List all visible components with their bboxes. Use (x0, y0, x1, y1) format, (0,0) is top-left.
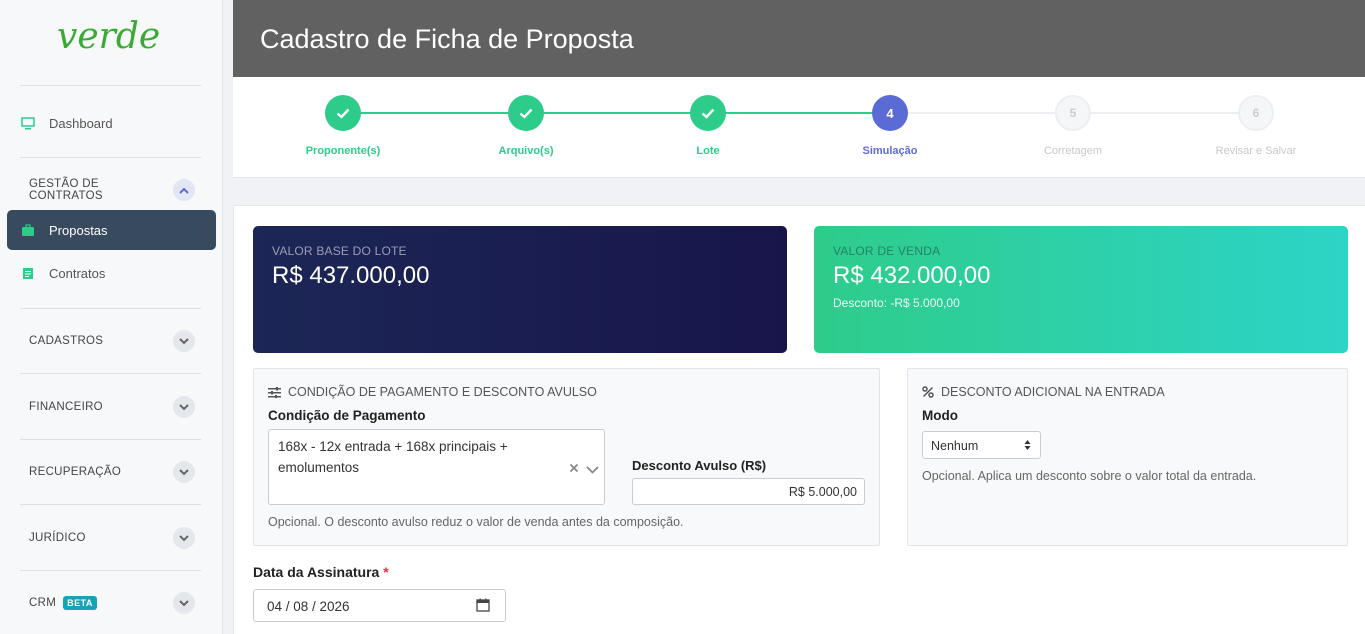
sale-value-label: VALOR DE VENDA (833, 244, 941, 258)
chevron-down-icon[interactable] (173, 396, 195, 418)
step-corretagem[interactable]: 5 Corretagem (1003, 95, 1143, 157)
required-marker: * (383, 564, 389, 580)
entry-discount-panel: DESCONTO ADICIONAL NA ENTRADA Modo Nenhu… (907, 368, 1348, 546)
step-arquivos[interactable]: Arquivo(s) (456, 95, 596, 157)
discount-value: R$ 5.000,00 (788, 485, 857, 499)
check-icon (690, 95, 726, 131)
step-proponentes[interactable]: Proponente(s) (273, 95, 413, 157)
step-lote[interactable]: Lote (638, 95, 778, 157)
sidebar-item-contratos[interactable]: Contratos (7, 253, 216, 293)
discount-input[interactable]: R$ 5.000,00 (632, 478, 865, 505)
signature-date-value: 04 / 08 / 2026 (267, 599, 350, 614)
step-revisar-salvar[interactable]: 6 Revisar e Salvar (1186, 95, 1326, 157)
briefcase-icon (21, 223, 35, 237)
step-number: 6 (1238, 95, 1274, 131)
step-label: Simulação (862, 145, 918, 157)
step-number: 5 (1055, 95, 1091, 131)
wizard-stepper: Proponente(s) Arquivo(s) Lote 4 Simulaçã… (233, 77, 1365, 178)
document-icon (21, 266, 35, 280)
sort-arrows-icon (1024, 439, 1031, 454)
check-icon (325, 95, 361, 131)
sidebar-section-financeiro[interactable]: FINANCEIRO (29, 395, 195, 419)
condition-value: 168x - 12x entrada + 168x principais + e… (278, 439, 508, 475)
chevron-down-icon[interactable] (586, 462, 599, 477)
monitor-icon (21, 116, 35, 130)
page-header: Cadastro de Ficha de Proposta (233, 0, 1365, 77)
page-title: Cadastro de Ficha de Proposta (260, 24, 634, 54)
entry-discount-help: Opcional. Aplica um desconto sobre o val… (922, 469, 1257, 483)
chevron-down-icon[interactable] (173, 592, 195, 614)
condition-label: Condição de Pagamento (268, 408, 426, 423)
step-number: 4 (872, 95, 908, 131)
sliders-icon (268, 386, 281, 398)
sidebar-section-juridico[interactable]: JURÍDICO (29, 526, 195, 550)
payment-panel: CONDIÇÃO DE PAGAMENTO E DESCONTO AVULSO … (253, 368, 880, 546)
clear-icon[interactable] (569, 461, 579, 476)
section-label: CRM BETA (29, 596, 97, 610)
sidebar-divider (20, 570, 201, 571)
mode-label: Modo (922, 408, 958, 423)
sale-discount-text: Desconto: -R$ 5.000,00 (833, 296, 960, 310)
simulation-form: VALOR BASE DO LOTE R$ 437.000,00 VALOR D… (233, 205, 1365, 634)
chevron-up-icon[interactable] (173, 179, 195, 201)
step-label: Revisar e Salvar (1215, 145, 1297, 157)
signature-date-input[interactable]: 04 / 08 / 2026 (253, 589, 506, 622)
base-value-amount: R$ 437.000,00 (272, 262, 430, 289)
chevron-down-icon[interactable] (173, 527, 195, 549)
discount-label: Desconto Avulso (R$) (632, 458, 767, 473)
verde-logo[interactable]: verde (55, 6, 167, 56)
sidebar-section-recuperacao[interactable]: RECUPERAÇÃO (29, 460, 195, 484)
check-icon (508, 95, 544, 131)
payment-help-text: Opcional. O desconto avulso reduz o valo… (268, 515, 684, 529)
sale-value-amount: R$ 432.000,00 (833, 262, 991, 289)
section-label: JURÍDICO (29, 532, 86, 544)
sidebar: verde Dashboard GESTÃO DE CONTRATOS Prop… (0, 0, 223, 634)
sidebar-item-label: Dashboard (49, 115, 113, 131)
step-label: Proponente(s) (305, 145, 381, 157)
stepper-progress-line (343, 112, 890, 114)
section-label: RECUPERAÇÃO (29, 466, 122, 478)
base-value-label: VALOR BASE DO LOTE (272, 244, 407, 258)
base-value-card: VALOR BASE DO LOTE R$ 437.000,00 (253, 226, 787, 353)
chevron-down-icon[interactable] (173, 461, 195, 483)
sale-value-card: VALOR DE VENDA R$ 432.000,00 Desconto: -… (814, 226, 1348, 353)
sidebar-divider (20, 308, 201, 309)
section-label: CADASTROS (29, 335, 104, 347)
entry-discount-title: DESCONTO ADICIONAL NA ENTRADA (922, 385, 1165, 399)
sidebar-divider (20, 373, 201, 374)
step-label: Lote (696, 145, 720, 157)
step-label: Corretagem (1043, 145, 1103, 157)
sidebar-item-label: Propostas (49, 222, 108, 238)
calendar-icon[interactable] (476, 598, 490, 615)
section-label: GESTÃO DE CONTRATOS (29, 178, 103, 202)
payment-panel-title: CONDIÇÃO DE PAGAMENTO E DESCONTO AVULSO (268, 385, 597, 399)
sidebar-divider (20, 157, 201, 158)
step-simulacao[interactable]: 4 Simulação (820, 95, 960, 157)
mode-select[interactable]: Nenhum (922, 431, 1041, 459)
sidebar-divider (20, 85, 201, 86)
svg-text:verde: verde (57, 16, 160, 56)
condition-select[interactable]: 168x - 12x entrada + 168x principais + e… (268, 429, 605, 505)
sidebar-section-crm[interactable]: CRM BETA (29, 591, 195, 615)
section-label: FINANCEIRO (29, 401, 103, 413)
beta-badge: BETA (63, 596, 97, 610)
sidebar-section-gestao[interactable]: GESTÃO DE CONTRATOS (29, 178, 195, 202)
percent-icon (922, 386, 934, 398)
sidebar-item-label: Contratos (49, 265, 106, 281)
sidebar-divider (20, 504, 201, 505)
signature-date-label: Data da Assinatura * (253, 564, 389, 580)
sidebar-item-propostas[interactable]: Propostas (7, 210, 216, 250)
sidebar-section-cadastros[interactable]: CADASTROS (29, 329, 195, 353)
chevron-down-icon[interactable] (173, 330, 195, 352)
sidebar-item-dashboard[interactable]: Dashboard (7, 103, 216, 143)
mode-value: Nenhum (931, 439, 979, 453)
sidebar-divider (20, 439, 201, 440)
step-label: Arquivo(s) (498, 145, 554, 157)
